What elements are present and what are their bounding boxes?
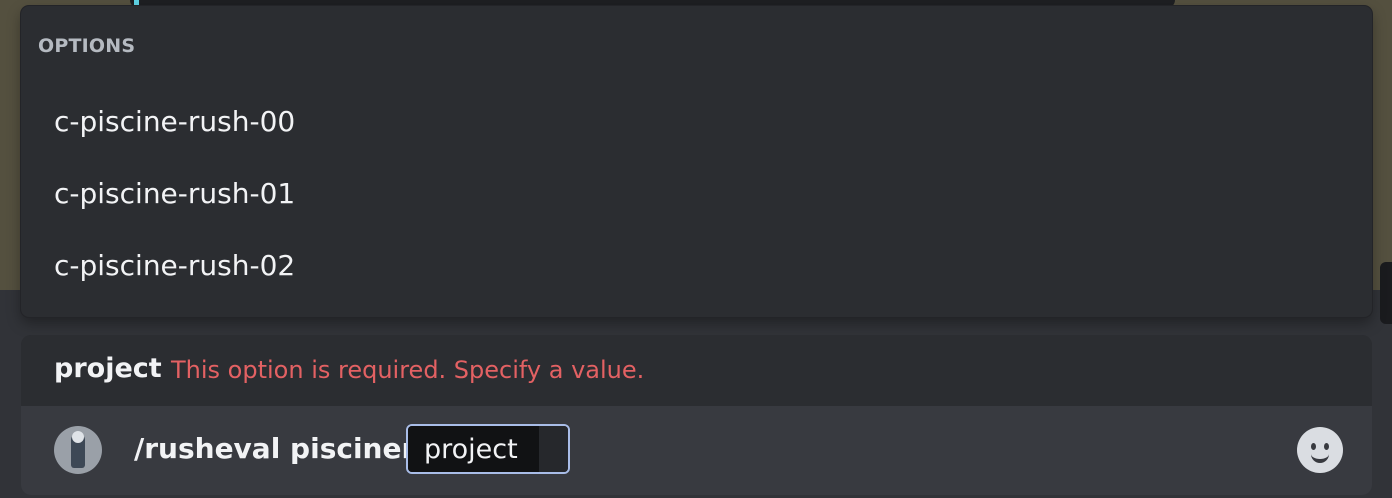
emoji-mouth — [1311, 450, 1329, 463]
option-item-rush-00[interactable]: c-piscine-rush-00 — [39, 91, 1354, 151]
option-item-rush-01[interactable]: c-piscine-rush-01 — [39, 163, 1354, 223]
slash-command-text: /rusheval pisciners — [134, 432, 432, 465]
message-composer: project This option is required. Specify… — [21, 335, 1372, 495]
command-input-row[interactable]: /rusheval pisciners project — [21, 406, 1372, 495]
option-label: c-piscine-rush-00 — [54, 104, 296, 138]
discord-window: OPTIONS c-piscine-rush-00 c-piscine-rush… — [0, 0, 1392, 498]
options-header: OPTIONS — [38, 35, 136, 57]
option-item-rush-02[interactable]: c-piscine-rush-02 — [39, 235, 1354, 295]
options-autocomplete-popup: OPTIONS c-piscine-rush-00 c-piscine-rush… — [21, 6, 1372, 317]
parameter-value-input[interactable] — [539, 426, 568, 472]
parameter-label: project — [408, 426, 539, 472]
option-label: c-piscine-rush-02 — [54, 248, 296, 282]
project-parameter-field[interactable]: project — [406, 424, 570, 474]
hint-option-name: project — [54, 353, 162, 384]
avatar-head — [72, 431, 84, 443]
emoji-right-eye — [1324, 443, 1329, 450]
hint-error-message: This option is required. Specify a value… — [171, 356, 645, 384]
scrollbar-thumb[interactable] — [1380, 262, 1392, 324]
user-avatar-icon — [54, 426, 102, 474]
option-label: c-piscine-rush-01 — [54, 176, 296, 210]
smiley-face-icon[interactable] — [1297, 427, 1343, 473]
emoji-left-eye — [1311, 443, 1316, 450]
option-hint-bar: project This option is required. Specify… — [21, 335, 1372, 406]
